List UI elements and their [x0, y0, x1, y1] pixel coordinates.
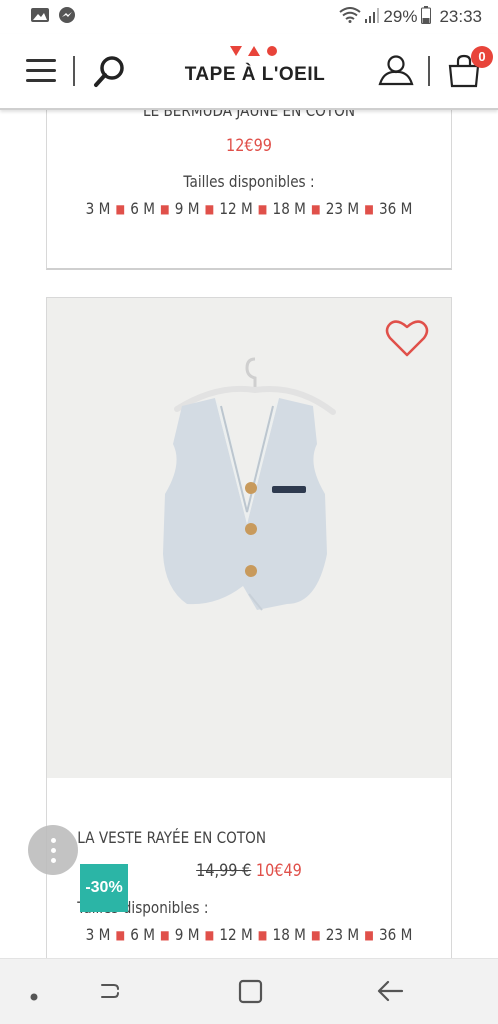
product-name[interactable]: LA VESTE RAYÉE EN COTON	[77, 828, 420, 847]
product-card[interactable]: LE BERMUDA JAUNE EN COTON 12€99 Tailles …	[46, 95, 452, 270]
vest-illustration	[157, 354, 337, 629]
logo-mark	[180, 44, 330, 60]
size-option[interactable]: 18 M	[273, 199, 306, 218]
gallery-icon	[30, 7, 50, 28]
wifi-icon	[339, 6, 362, 28]
home-dot-icon	[30, 988, 38, 1006]
size-option[interactable]: 12 M	[219, 199, 252, 218]
more-options-icon[interactable]	[28, 825, 78, 875]
system-nav-bar	[0, 958, 498, 1024]
menu-icon[interactable]	[26, 59, 56, 83]
discount-badge: -30%	[80, 864, 128, 912]
brand-name: TAPE À L'OEIL	[184, 64, 326, 85]
product-price: 10€49	[255, 861, 302, 881]
size-option[interactable]: 6 M	[130, 925, 155, 944]
old-price: 14,99 €	[196, 861, 252, 881]
size-option[interactable]: 23 M	[326, 925, 359, 944]
status-right: 29% 23:33	[339, 5, 482, 29]
brand-logo[interactable]: TAPE À L'OEIL	[180, 44, 330, 86]
size-list: 3 M ■ 6 M ■ 9 M ■ 12 M ■ 18 M ■ 23 M ■ 36 M	[85, 925, 413, 944]
sizes-label: Tailles disponibles :	[77, 898, 209, 917]
price-row: 14,99 € 10€49	[77, 861, 420, 881]
signal-icon	[365, 7, 380, 28]
size-option[interactable]: 3 M	[86, 199, 111, 218]
size-option[interactable]: 18 M	[273, 925, 306, 944]
header-divider	[73, 56, 75, 86]
status-bar: 29% 23:33	[0, 0, 498, 34]
sizes-label: Tailles disponibles :	[183, 172, 315, 191]
size-option[interactable]: 12 M	[219, 925, 252, 944]
size-option[interactable]: 3 M	[86, 925, 111, 944]
size-option[interactable]: 36 M	[379, 199, 412, 218]
heart-icon[interactable]	[385, 318, 429, 363]
clock: 23:33	[439, 7, 482, 26]
header-divider	[428, 56, 430, 86]
app-header: TAPE À L'OEIL 0	[0, 34, 498, 110]
search-icon[interactable]	[93, 54, 127, 93]
user-icon[interactable]	[378, 54, 414, 91]
messenger-icon	[58, 6, 76, 29]
home-square-icon[interactable]	[238, 979, 264, 1010]
size-option[interactable]: 9 M	[175, 925, 200, 944]
size-option[interactable]: 36 M	[379, 925, 412, 944]
cart-badge[interactable]: 0	[471, 46, 493, 68]
product-image[interactable]	[47, 298, 451, 778]
size-option[interactable]: 9 M	[175, 199, 200, 218]
status-left	[30, 6, 76, 29]
recent-apps-icon[interactable]	[100, 979, 124, 1008]
product-price: 12€99	[226, 136, 272, 156]
battery-percent: 29%	[383, 7, 418, 26]
size-list: 3 M ■ 6 M ■ 9 M ■ 12 M ■ 18 M ■ 23 M ■ 36 M	[85, 199, 413, 218]
back-icon[interactable]	[376, 979, 404, 1008]
size-option[interactable]: 6 M	[130, 199, 155, 218]
size-option[interactable]: 23 M	[326, 199, 359, 218]
battery-icon	[421, 5, 432, 29]
